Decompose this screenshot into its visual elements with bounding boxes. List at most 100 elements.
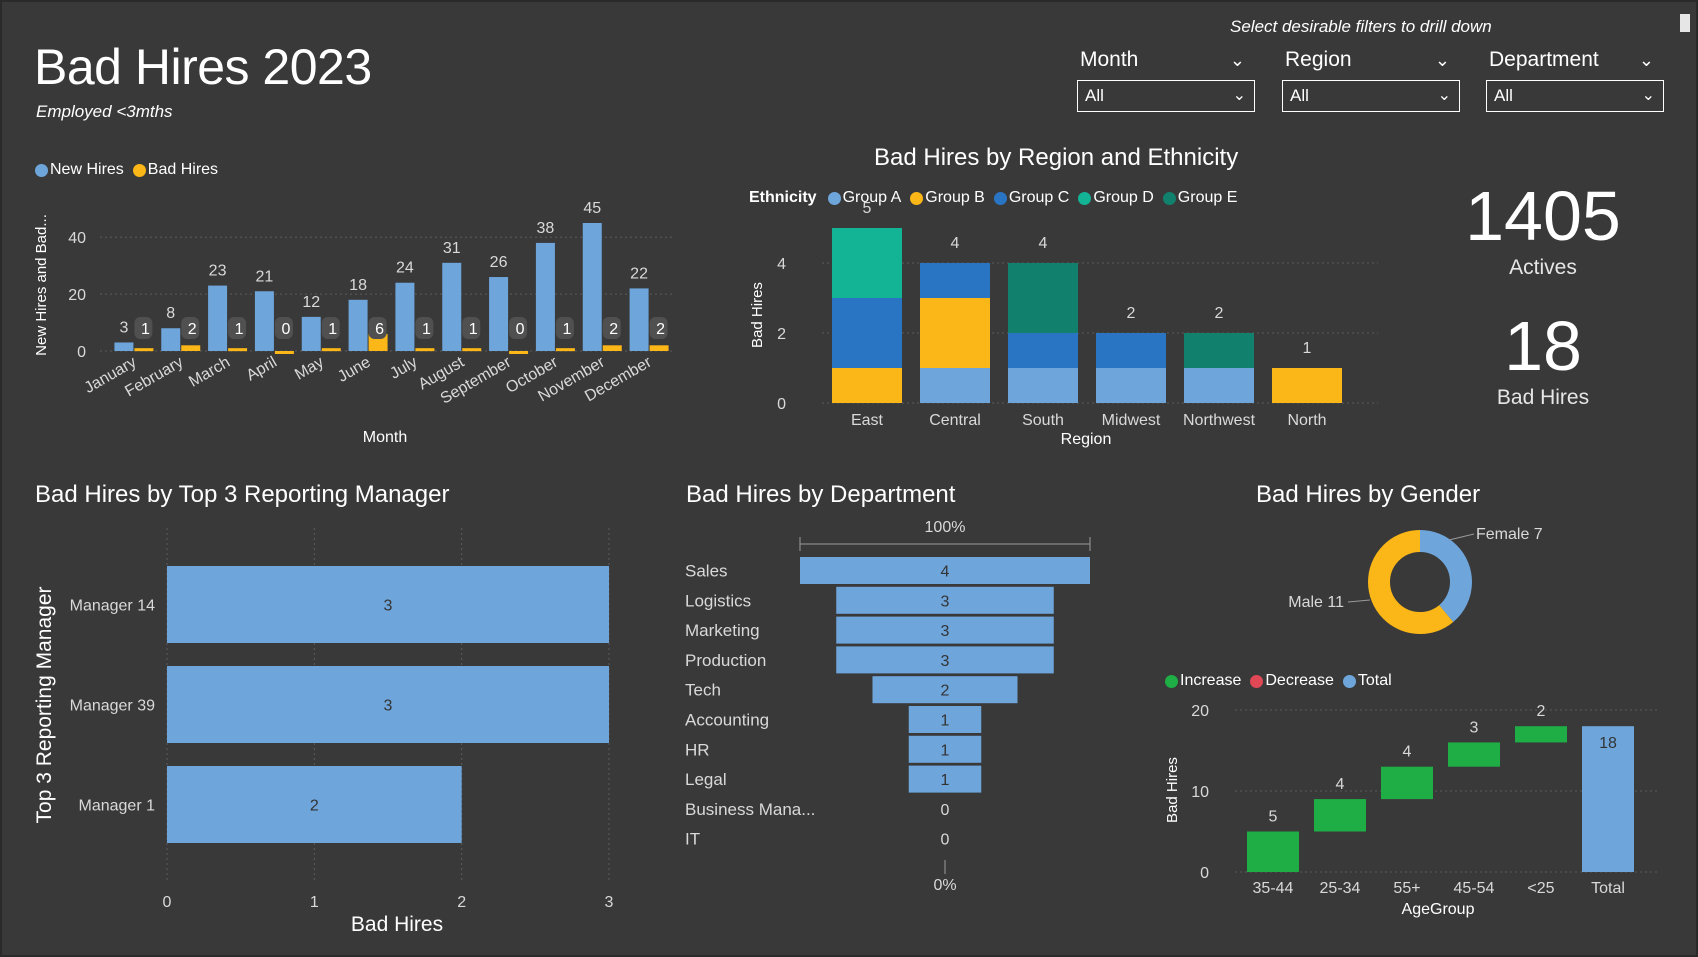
data-label: 2 [1537,703,1546,720]
x-tick-label: March [186,354,233,391]
category-label: Tech [685,681,721,700]
bar-bad-hires[interactable] [649,345,669,351]
bar-bad-hires[interactable] [602,345,622,351]
data-label: 5 [1269,809,1278,826]
bar-bad-hires[interactable] [555,348,575,352]
bar-new-hires[interactable] [395,282,415,351]
funnel-top-label: 100% [925,519,966,536]
category-label: IT [685,830,700,849]
bar-segment-group-b[interactable] [920,298,990,368]
category-label: Legal [685,770,727,789]
data-label-new-hires: 22 [630,265,648,282]
data-label: 3 [941,593,950,610]
data-label: 3 [384,598,393,615]
bar-segment-group-e[interactable] [1184,333,1254,368]
category-label: Production [685,651,766,670]
bar-new-hires[interactable] [348,299,368,351]
bar-segment-group-e[interactable] [1008,263,1078,333]
y-tick-label: 0 [777,396,786,413]
data-label-bad-hires: 0 [516,321,525,338]
data-label-new-hires: 23 [209,263,227,280]
y-axis-label: Bad Hires [1164,757,1181,823]
bar-new-hires[interactable] [301,316,321,351]
bar-bad-hires[interactable] [509,351,529,354]
data-label: 1 [941,772,950,789]
bar-new-hires[interactable] [535,242,555,351]
data-label: 3 [941,653,950,670]
x-tick-label: Central [929,412,981,429]
data-label-new-hires: 38 [537,220,555,237]
bar-bad-hires[interactable] [321,348,341,352]
waterfall-increase-bar[interactable] [1314,799,1366,832]
x-axis-label: Month [363,429,407,446]
data-label-new-hires: 26 [490,254,508,271]
data-label-bad-hires: 1 [422,321,431,338]
bar-bad-hires[interactable] [181,345,201,351]
data-label-new-hires: 24 [396,260,414,277]
y-axis-label: Bad Hires [749,282,766,348]
bar-segment-group-b[interactable] [832,368,902,403]
x-tick-label: Northwest [1183,412,1256,429]
bar-segment-group-c[interactable] [1008,333,1078,368]
y-tick-label: 2 [777,326,786,343]
bar-new-hires[interactable] [442,262,462,351]
bar-bad-hires[interactable] [228,348,248,352]
x-tick-label: 35-44 [1253,880,1294,897]
waterfall-increase-bar[interactable] [1381,766,1433,800]
bar-segment-group-a[interactable] [1096,368,1166,403]
y-tick-label: 40 [68,230,86,247]
x-axis-label: Bad Hires [351,913,443,936]
waterfall-increase-bar[interactable] [1515,726,1567,743]
bar-segment-group-c[interactable] [832,298,902,368]
x-tick-label: <25 [1527,880,1554,897]
x-tick-label: May [292,354,327,384]
bar-new-hires[interactable] [114,342,134,351]
data-label-total: 4 [1039,235,1048,252]
y-tick-label: Manager 1 [79,798,156,815]
data-label-bad-hires: 1 [562,321,571,338]
waterfall-increase-bar[interactable] [1247,831,1299,873]
data-label: 18 [1599,735,1617,752]
data-label-new-hires: 12 [302,294,320,311]
bar-new-hires[interactable] [629,288,649,351]
bar-segment-group-c[interactable] [920,263,990,298]
bar-bad-hires[interactable] [274,351,294,354]
x-tick-label: Midwest [1102,412,1161,429]
bar-new-hires[interactable] [582,223,602,351]
y-tick-label: Manager 39 [70,698,155,715]
x-tick-label: North [1287,412,1326,429]
bar-new-hires[interactable] [161,328,181,351]
waterfall-increase-bar[interactable] [1448,742,1500,767]
leader-line [1448,533,1475,541]
y-tick-label: 0 [77,344,86,361]
data-label-new-hires: 8 [166,305,175,322]
x-tick-label: 25-34 [1320,880,1361,897]
data-label: 3 [384,698,393,715]
data-label: 0 [941,832,950,849]
bar-segment-group-d[interactable] [832,228,902,298]
bar-new-hires[interactable] [208,285,228,351]
leader-line [1347,599,1371,603]
data-label-total: 5 [863,200,872,217]
category-label: Sales [685,562,728,581]
donut-label-female: Female 7 [1476,526,1543,543]
data-label: 2 [941,683,950,700]
category-label: Accounting [685,711,769,730]
data-label-new-hires: 18 [349,277,367,294]
data-label: 4 [1336,776,1345,793]
bar-bad-hires[interactable] [462,348,482,352]
x-tick-label: 0 [163,894,172,911]
bar-segment-group-b[interactable] [1272,368,1342,403]
bar-bad-hires[interactable] [134,348,154,352]
bar-new-hires[interactable] [254,291,274,351]
x-tick-label: 1 [310,894,319,911]
y-tick-label: Manager 14 [70,598,155,615]
bar-segment-group-a[interactable] [920,368,990,403]
bar-new-hires[interactable] [489,277,509,351]
bar-segment-group-a[interactable] [1008,368,1078,403]
y-tick-label: 4 [777,256,786,273]
bar-bad-hires[interactable] [415,348,435,352]
bar-segment-group-a[interactable] [1184,368,1254,403]
bar-segment-group-c[interactable] [1096,333,1166,368]
x-axis-label: Region [1061,431,1112,448]
